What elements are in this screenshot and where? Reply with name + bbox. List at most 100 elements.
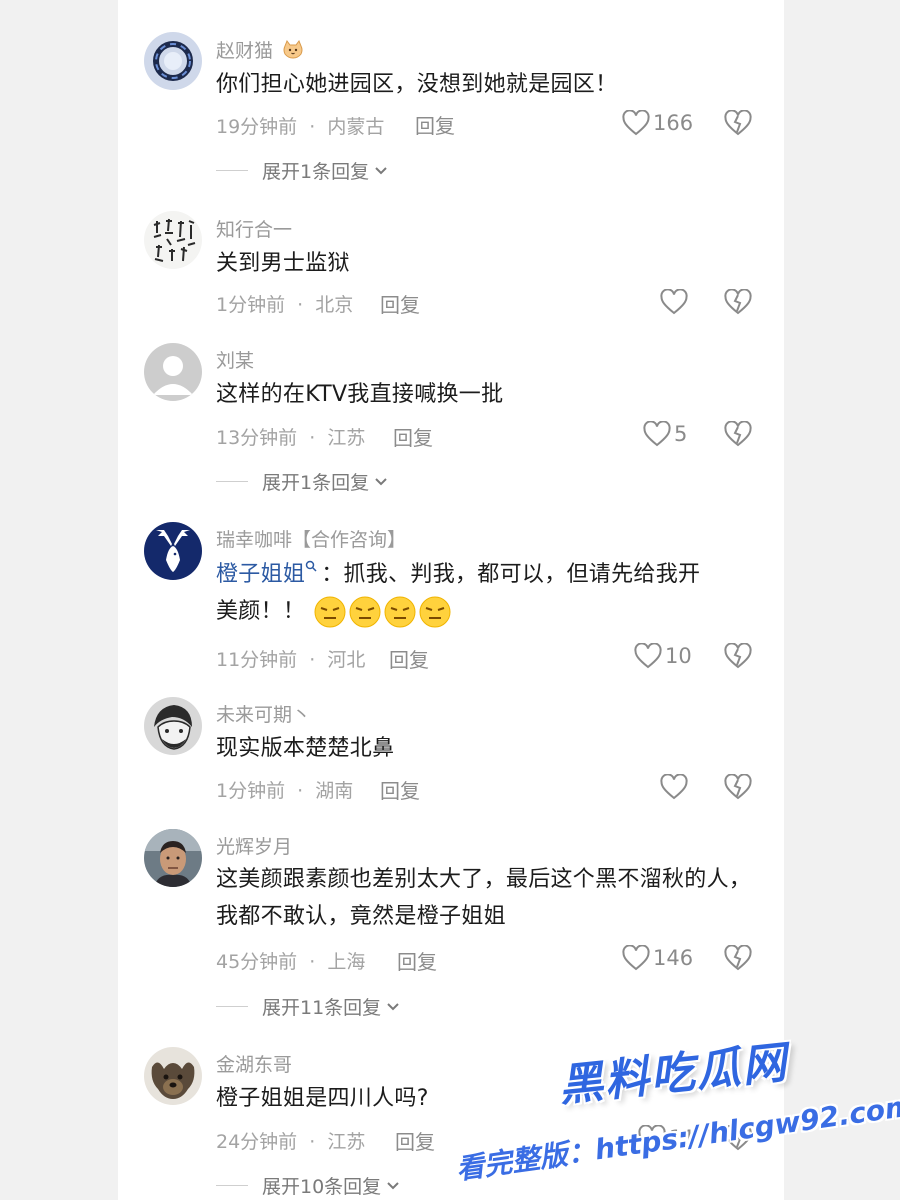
avatar[interactable] xyxy=(144,211,202,269)
broken-heart-icon[interactable] xyxy=(724,774,752,800)
cat-emoji-icon xyxy=(283,39,303,59)
expand-replies-button[interactable]: 展开1条回复 xyxy=(216,157,389,184)
man-photo-avatar-icon xyxy=(144,829,202,887)
avatar[interactable] xyxy=(144,343,202,401)
expand-label: 展开1条回复 xyxy=(262,472,370,494)
divider-line xyxy=(216,481,248,482)
avatar[interactable] xyxy=(144,829,202,887)
meta-separator: · xyxy=(297,294,304,316)
comment-location: 河北 xyxy=(327,649,366,671)
like-count: 166 xyxy=(653,111,694,135)
comment-time: 24分钟前 xyxy=(216,1131,298,1153)
chevron-down-icon xyxy=(375,477,387,485)
heart-icon xyxy=(634,643,662,669)
expand-replies-button[interactable]: 展开11条回复 xyxy=(216,993,401,1020)
comment-text: 橙子姐姐 ：抓我、判我，都可以，但请先给我开 美颜！！ xyxy=(216,556,768,630)
comment-meta: 11分钟前 · 河北 xyxy=(216,645,365,672)
like-button[interactable] xyxy=(660,287,691,317)
comment-meta: 13分钟前 · 江苏 xyxy=(216,423,365,450)
comment-meta: 19分钟前 · 内蒙古 xyxy=(216,112,384,139)
comment-username[interactable]: 光辉岁月 xyxy=(216,832,292,859)
search-icon xyxy=(305,560,317,572)
default-user-icon xyxy=(144,343,202,401)
like-button[interactable]: 166 xyxy=(622,108,693,138)
watermark-title: 黑料吃瓜网 xyxy=(556,1037,791,1112)
comment-username[interactable]: 赵财猫 xyxy=(216,36,304,63)
like-count: 5 xyxy=(674,422,688,446)
annoyed-face-emoji-icon xyxy=(314,596,345,628)
comment-text: 这美颜跟素颜也差别太大了，最后这个黑不溜秋的人，我都不敢认，竟然是橙子姐姐 xyxy=(216,867,752,929)
comment-time: 45分钟前 xyxy=(216,951,298,973)
broken-heart-icon[interactable] xyxy=(724,421,752,447)
like-button[interactable]: 5 xyxy=(643,419,687,449)
broken-heart-icon[interactable] xyxy=(724,289,752,315)
avatar[interactable] xyxy=(144,522,202,580)
divider-line xyxy=(216,1185,248,1186)
watermark: 黑料吃瓜网 看完整版：https://hlcgw92.com xyxy=(440,1030,900,1200)
annoyed-face-emoji-icon xyxy=(419,596,450,628)
like-count: 146 xyxy=(653,946,694,970)
comment-username[interactable]: 金湖东哥 xyxy=(216,1050,292,1077)
comment-text: 现实版本楚楚北鼻 xyxy=(216,736,395,761)
comment-location: 上海 xyxy=(327,951,366,973)
comment-time: 11分钟前 xyxy=(216,649,298,671)
comment-text: 这样的在KTV我直接喊换一批 xyxy=(216,382,504,407)
meta-separator: · xyxy=(309,1131,316,1153)
expand-label: 展开1条回复 xyxy=(262,161,370,183)
heart-icon xyxy=(622,110,650,136)
like-button[interactable] xyxy=(660,772,691,802)
expand-replies-button[interactable]: 展开10条回复 xyxy=(216,1172,401,1199)
broken-heart-icon[interactable] xyxy=(724,110,752,136)
reply-button[interactable]: 回复 xyxy=(397,946,437,975)
heart-icon xyxy=(622,945,650,971)
reply-button[interactable]: 回复 xyxy=(380,289,420,318)
expand-label: 展开11条回复 xyxy=(262,997,382,1019)
mention-link[interactable]: 橙子姐姐 xyxy=(216,560,321,587)
reply-button[interactable]: 回复 xyxy=(393,422,433,451)
avatar[interactable] xyxy=(144,697,202,755)
chevron-down-icon xyxy=(375,166,387,174)
comment-location: 北京 xyxy=(315,294,354,316)
broken-heart-icon[interactable] xyxy=(724,643,752,669)
comment-meta: 45分钟前 · 上海 xyxy=(216,947,365,974)
annoyed-face-emoji-icon xyxy=(349,596,380,628)
meta-separator: · xyxy=(297,780,304,802)
comments-page: 赵财猫 你们担心她进园区，没想到她就是园区！ 19分钟前 · 内蒙古 回复 16… xyxy=(0,0,900,1200)
comment-location: 湖南 xyxy=(315,780,354,802)
heart-icon xyxy=(660,774,688,800)
reply-button[interactable]: 回复 xyxy=(395,1126,435,1155)
avatar[interactable] xyxy=(144,32,202,90)
divider-line xyxy=(216,1006,248,1007)
comment-time: 19分钟前 xyxy=(216,116,298,138)
comment-time: 1分钟前 xyxy=(216,780,286,802)
comment-text-part: ：抓我、判我，都可以，但请先给我开 xyxy=(321,562,701,587)
dog-photo-avatar-icon xyxy=(144,1047,202,1105)
comment-username[interactable]: 未来可期丶 xyxy=(216,700,311,727)
comment-text: 关到男士监狱 xyxy=(216,251,350,276)
reply-button[interactable]: 回复 xyxy=(389,644,429,673)
like-button[interactable]: 146 xyxy=(622,943,693,973)
comment-meta: 1分钟前 · 北京 xyxy=(216,290,353,317)
reply-button[interactable]: 回复 xyxy=(380,775,420,804)
like-button[interactable]: 10 xyxy=(634,641,692,671)
comment-meta: 24分钟前 · 江苏 xyxy=(216,1127,365,1154)
chevron-down-icon xyxy=(387,1002,399,1010)
comment-username[interactable]: 刘某 xyxy=(216,346,254,373)
reply-button[interactable]: 回复 xyxy=(415,110,455,139)
like-count: 10 xyxy=(665,644,692,668)
broken-heart-icon[interactable] xyxy=(724,945,752,971)
expand-label: 展开10条回复 xyxy=(262,1176,382,1198)
comment-username[interactable]: 知行合一 xyxy=(216,215,292,242)
username-text: 赵财猫 xyxy=(216,40,274,62)
cartoon-face-avatar-icon xyxy=(144,697,202,755)
meta-separator: · xyxy=(309,427,316,449)
meta-separator: · xyxy=(309,951,316,973)
chevron-down-icon xyxy=(387,1181,399,1189)
expand-replies-button[interactable]: 展开1条回复 xyxy=(216,468,389,495)
avatar[interactable] xyxy=(144,1047,202,1105)
comment-location: 江苏 xyxy=(327,1131,366,1153)
deer-logo-icon xyxy=(144,522,202,580)
comment-username[interactable]: 瑞幸咖啡【合作咨询】 xyxy=(216,525,406,552)
comment-time: 1分钟前 xyxy=(216,294,286,316)
comments-panel: 赵财猫 你们担心她进园区，没想到她就是园区！ 19分钟前 · 内蒙古 回复 16… xyxy=(118,0,784,1200)
